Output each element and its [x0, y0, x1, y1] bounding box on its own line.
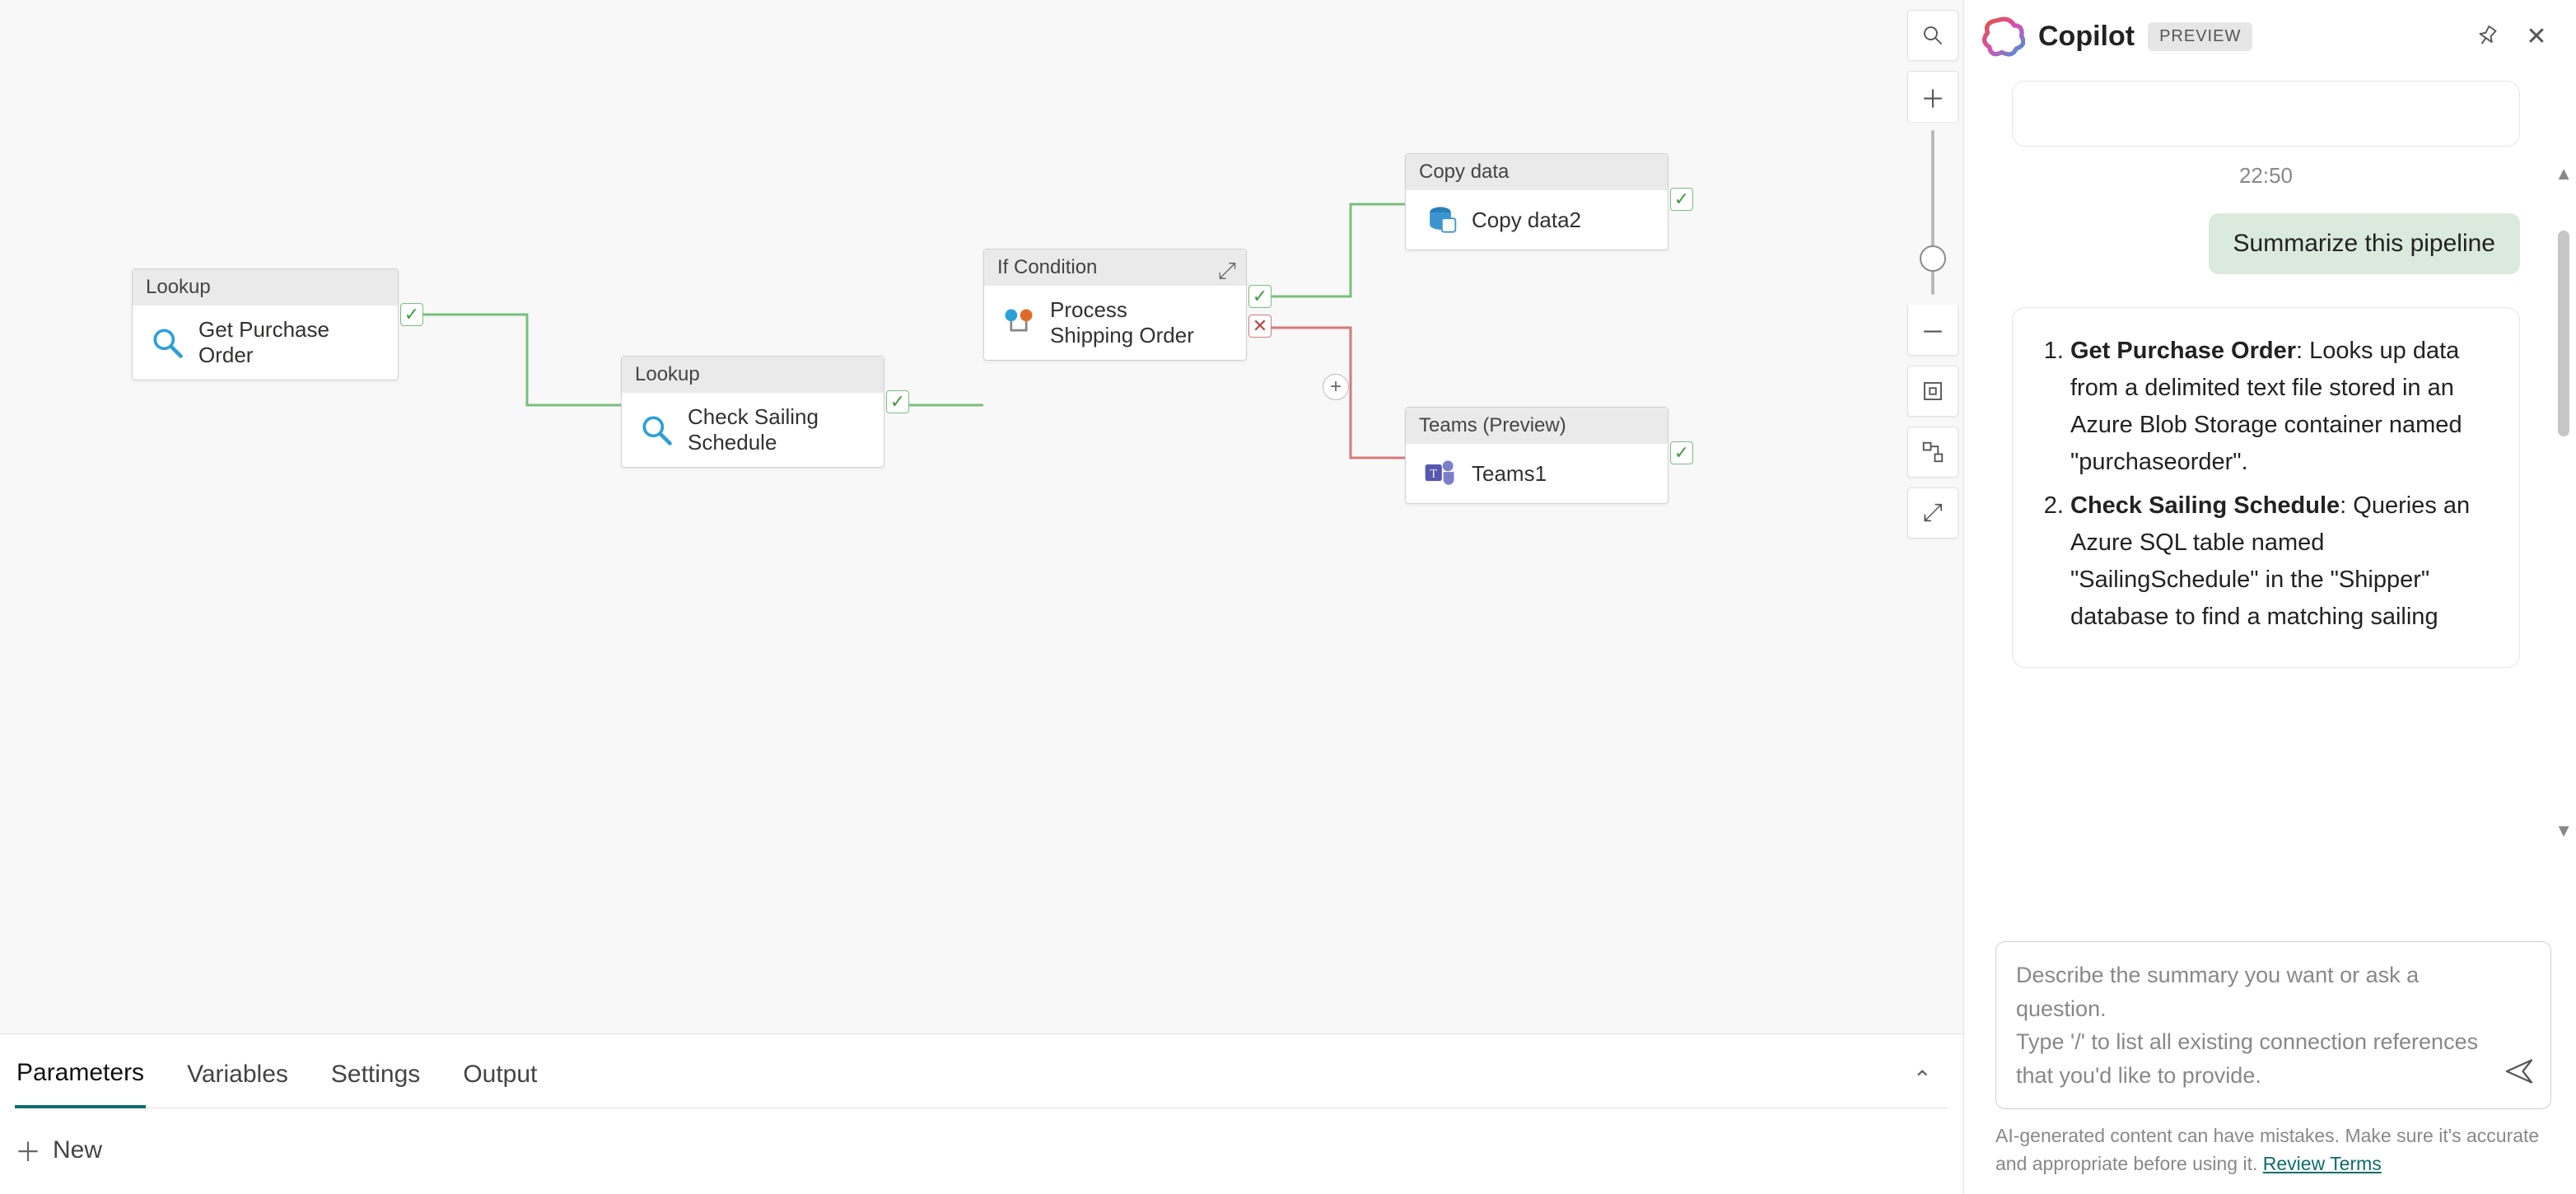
list-item: Get Purchase Order: Looks up data from a…	[2070, 333, 2490, 481]
activity-title: Check Sailing Schedule	[688, 404, 852, 455]
teams-icon: T	[1422, 455, 1458, 492]
scrollbar[interactable]: ▲ ▼	[2555, 163, 2573, 842]
tab-output[interactable]: Output	[461, 1052, 539, 1107]
activity-teams1[interactable]: Teams (Preview) T Teams1	[1405, 407, 1668, 504]
assistant-message: Get Purchase Order: Looks up data from a…	[2012, 307, 2520, 668]
zoom-slider[interactable]	[1931, 130, 1934, 295]
lookup-icon	[638, 412, 674, 448]
new-label: New	[53, 1136, 102, 1164]
copilot-logo-icon	[1982, 15, 2025, 58]
properties-tabs: Parameters Variables Settings Output ⌃	[15, 1034, 1948, 1108]
zoom-out-button[interactable]: －	[1907, 305, 1958, 356]
success-port[interactable]: ✓	[400, 303, 423, 326]
fit-to-screen-button[interactable]	[1907, 366, 1958, 417]
activity-copy-data2[interactable]: Copy data Copy data2	[1405, 153, 1668, 250]
pipeline-canvas[interactable]: + Lookup Get Purchase Order ✓ Lookup Che…	[0, 0, 1963, 1034]
activity-type-label: Copy data	[1406, 154, 1668, 190]
input-placeholder: Describe the summary you want or ask a q…	[2016, 958, 2493, 1092]
scroll-up-icon[interactable]: ▲	[2555, 163, 2573, 184]
message-timestamp: 22:50	[1995, 163, 2536, 189]
activity-title: Copy data2	[1472, 208, 1581, 233]
activity-if-condition[interactable]: If Condition ⤢ Process Shipping Order	[983, 249, 1247, 361]
user-message: Summarize this pipeline	[2209, 213, 2520, 274]
lookup-icon	[149, 324, 185, 361]
item-title: Check Sailing Schedule	[2070, 492, 2340, 519]
plus-icon: ＋	[15, 1131, 41, 1169]
fullscreen-button[interactable]: ⤢	[1907, 487, 1958, 539]
success-port[interactable]: ✓	[1670, 441, 1693, 464]
expand-icon[interactable]: ⤢	[1218, 258, 1236, 285]
success-port[interactable]: ✓	[886, 390, 909, 413]
activity-title: Get Purchase Order	[198, 317, 381, 368]
canvas-toolbar: ＋ － ⤢	[1902, 0, 1963, 548]
list-item: Check Sailing Schedule: Queries an Azure…	[2070, 487, 2490, 636]
activity-type-label: Lookup	[133, 269, 398, 305]
branch-icon	[1001, 305, 1037, 341]
activity-type-label: Teams (Preview)	[1406, 408, 1668, 444]
pipeline-editor-pane: + Lookup Get Purchase Order ✓ Lookup Che…	[0, 0, 1963, 1194]
activity-title: Teams1	[1472, 461, 1547, 487]
pin-button[interactable]	[2469, 18, 2505, 54]
copilot-conversation: ▲ ▼ 22:50 Summarize this pipeline Get Pu…	[1964, 72, 2576, 928]
item-title: Get Purchase Order	[2070, 338, 2296, 364]
search-button[interactable]	[1907, 10, 1958, 61]
svg-text:T: T	[1430, 468, 1437, 481]
close-button[interactable]: ✕	[2518, 18, 2555, 54]
activity-title: Process Shipping Order	[1050, 297, 1215, 348]
copilot-header: Copilot PREVIEW ✕	[1964, 0, 2576, 72]
scroll-down-icon[interactable]: ▼	[2555, 820, 2573, 842]
send-button[interactable]	[2504, 1056, 2534, 1094]
copilot-disclaimer: AI-generated content can have mistakes. …	[1964, 1117, 2576, 1194]
copilot-title: Copilot	[2038, 21, 2135, 53]
copilot-input-area: Describe the summary you want or ask a q…	[1964, 928, 2576, 1117]
properties-panel: Parameters Variables Settings Output ⌃ ＋…	[0, 1034, 1963, 1194]
failure-port[interactable]: ✕	[1248, 315, 1272, 338]
tab-variables[interactable]: Variables	[185, 1052, 290, 1107]
copy-data-icon	[1422, 202, 1458, 238]
add-branch-junction[interactable]: +	[1323, 374, 1349, 400]
preview-badge: PREVIEW	[2148, 22, 2252, 51]
zoom-in-button[interactable]: ＋	[1907, 71, 1958, 122]
collapse-panel-button[interactable]: ⌃	[1913, 1066, 1948, 1093]
review-terms-link[interactable]: Review Terms	[2263, 1153, 2382, 1174]
activity-get-purchase-order[interactable]: Lookup Get Purchase Order	[132, 268, 399, 380]
tab-settings[interactable]: Settings	[329, 1052, 422, 1107]
tab-parameters[interactable]: Parameters	[15, 1051, 146, 1108]
activity-check-sailing-schedule[interactable]: Lookup Check Sailing Schedule	[621, 356, 884, 468]
activity-type-label: If Condition	[984, 250, 1246, 286]
success-port[interactable]: ✓	[1248, 285, 1272, 308]
copilot-input[interactable]: Describe the summary you want or ask a q…	[1995, 941, 2551, 1109]
new-parameter-button[interactable]: ＋ New	[15, 1108, 1948, 1169]
auto-arrange-button[interactable]	[1907, 427, 1958, 478]
activity-type-label: Lookup	[622, 357, 884, 393]
copilot-panel: Copilot PREVIEW ✕ ▲ ▼ 22:50 Summarize th…	[1963, 0, 2576, 1194]
success-port[interactable]: ✓	[1670, 188, 1693, 211]
previous-message-card[interactable]	[2012, 81, 2520, 147]
